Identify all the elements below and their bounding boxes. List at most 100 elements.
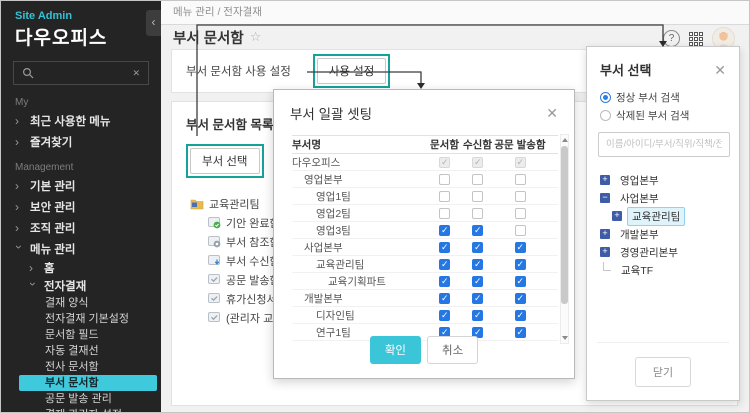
dept-select-panel: 부서 선택 ✕ 정상 부서 검색 삭제된 부서 검색 영업본부 사업본부 교육관… [586,46,740,401]
checkbox-official[interactable] [515,174,526,185]
modal-scrollbar[interactable] [560,134,569,344]
table-row: 개발본부 [292,290,558,307]
checkbox-receivebox[interactable] [472,174,483,185]
checkbox-official[interactable] [515,276,526,287]
sidebar-item-home[interactable]: › 홈 [1,259,161,277]
radio-deleted-search[interactable]: 삭제된 부서 검색 [587,106,739,124]
dept-tree-item[interactable]: 교육TF [587,261,739,279]
checkbox-receivebox[interactable] [472,310,483,321]
expand-plus-icon[interactable] [600,175,610,185]
docbox-item-label: 부서 수신함 [226,253,280,269]
annotation-highlight-box: 사용 설정 [313,54,391,88]
sidebar-item-approval-form[interactable]: 결재 양식 [19,295,157,311]
checkbox-docbox[interactable] [439,293,450,304]
sidebar-item-org-manage[interactable]: › 조직 관리 [1,217,161,238]
expand-minus-icon[interactable] [600,193,610,203]
sidebar-item-label: 기본 관리 [30,178,76,194]
help-icon[interactable]: ? [663,30,680,47]
sidebar-item-menu-manage[interactable]: › 메뉴 관리 [1,238,161,259]
docbox-receive-icon [208,255,221,267]
checkbox-docbox[interactable] [439,310,450,321]
sidebar-item-recent-menus[interactable]: › 최근 사용한 메뉴 [1,110,161,131]
checkbox-receivebox[interactable] [472,242,483,253]
checkbox-receivebox[interactable] [472,191,483,202]
scroll-down-icon[interactable] [562,336,568,340]
dept-tree-item[interactable]: 사업본부 [587,189,739,207]
sidebar-item-basic-manage[interactable]: › 기본 관리 [1,175,161,196]
sidebar-item-epay-basic[interactable]: 전자결재 기본설정 [19,311,157,327]
confirm-button[interactable]: 확인 [370,336,421,364]
chevron-right-icon: › [15,201,23,213]
checkbox-docbox[interactable] [439,259,450,270]
checkbox-receivebox[interactable] [472,259,483,270]
close-icon[interactable]: ✕ [546,106,558,120]
checkbox-official[interactable] [515,225,526,236]
radio-off-icon[interactable] [600,110,611,121]
table-row: 교육기획파트 [292,273,558,290]
cancel-button[interactable]: 취소 [427,336,478,364]
sidebar-search[interactable]: ✕ [13,61,149,85]
sidebar-item-security-manage[interactable]: › 보안 관리 [1,196,161,217]
sidebar-item-docbox-field[interactable]: 문서함 필드 [19,327,157,343]
checkbox-official[interactable] [515,310,526,321]
search-icon [22,67,34,79]
scroll-thumb[interactable] [561,146,568,304]
checkbox-receivebox[interactable] [472,208,483,219]
dept-tree-item[interactable]: 경영관리본부 [587,243,739,261]
page-title: 부서 문서함 [173,27,244,48]
checkbox-receivebox[interactable] [472,157,483,168]
dept-tree: 영업본부 사업본부 교육관리팀 개발본부 경영관리본부 교육TF [587,171,739,279]
dept-tree-item[interactable]: 개발본부 [587,225,739,243]
checkbox-official[interactable] [515,191,526,202]
tree-elbow-connector [603,262,611,271]
checkbox-official[interactable] [515,157,526,168]
checkbox-docbox[interactable] [439,208,450,219]
sidebar-item-approval-admin[interactable]: 결재 관리자 설정 [19,407,157,413]
chevron-right-icon: › [15,115,23,127]
checkbox-official[interactable] [515,293,526,304]
sidebar-item-dept-docbox[interactable]: 부서 문서함 [19,375,157,391]
checkbox-docbox[interactable] [439,225,450,236]
sidebar: ‹ Site Admin 다우오피스 ✕ My › 최근 사용한 메뉴 › 즐겨… [1,1,161,413]
checkbox-docbox[interactable] [439,242,450,253]
sidebar-item-favorites[interactable]: › 즐겨찾기 [1,131,161,152]
checkbox-docbox[interactable] [439,157,450,168]
expand-plus-icon[interactable] [600,247,610,257]
dept-name: 교육관리팀 [292,257,428,272]
dept-name: 영업1팀 [292,189,428,204]
dept-tree-label: 영업본부 [615,171,664,190]
table-row: 영업2팀 [292,205,558,222]
favorite-star-icon[interactable]: ☆ [250,29,262,45]
expand-plus-icon[interactable] [600,229,610,239]
dept-search-input[interactable] [598,132,730,157]
dept-name: 사업본부 [292,240,428,255]
sidebar-item-auto-approval-line[interactable]: 자동 결재선 [19,343,157,359]
search-clear-icon[interactable]: ✕ [132,68,140,79]
checkbox-receivebox[interactable] [472,293,483,304]
sidebar-item-official-send[interactable]: 공문 발송 관리 [19,391,157,407]
checkbox-docbox[interactable] [439,191,450,202]
checkbox-official[interactable] [515,242,526,253]
expand-plus-icon[interactable] [612,211,622,221]
checkbox-receivebox[interactable] [472,225,483,236]
usage-settings-button[interactable]: 사용 설정 [317,58,387,84]
checkbox-docbox[interactable] [439,174,450,185]
dept-name: 다우오피스 [292,155,428,170]
table-header-row: 부서명 문서함 수신함 공문 발송함 [292,135,558,154]
dept-select-button[interactable]: 부서 선택 [190,148,260,174]
sidebar-collapse-button[interactable]: ‹ [146,10,161,36]
dept-tree-item[interactable]: 교육관리팀 [587,207,739,225]
close-button[interactable]: 닫기 [635,357,691,387]
checkbox-receivebox[interactable] [472,276,483,287]
apps-grid-icon[interactable] [689,32,703,46]
sidebar-item-epayment[interactable]: › 전자결재 [1,277,161,295]
checkbox-docbox[interactable] [439,276,450,287]
radio-normal-search[interactable]: 정상 부서 검색 [587,88,739,106]
scroll-up-icon[interactable] [562,138,568,142]
dept-tree-item[interactable]: 영업본부 [587,171,739,189]
sidebar-item-company-docbox[interactable]: 전사 문서함 [19,359,157,375]
checkbox-official[interactable] [515,259,526,270]
checkbox-official[interactable] [515,208,526,219]
radio-on-icon[interactable] [600,92,611,103]
close-icon[interactable]: ✕ [714,63,726,77]
